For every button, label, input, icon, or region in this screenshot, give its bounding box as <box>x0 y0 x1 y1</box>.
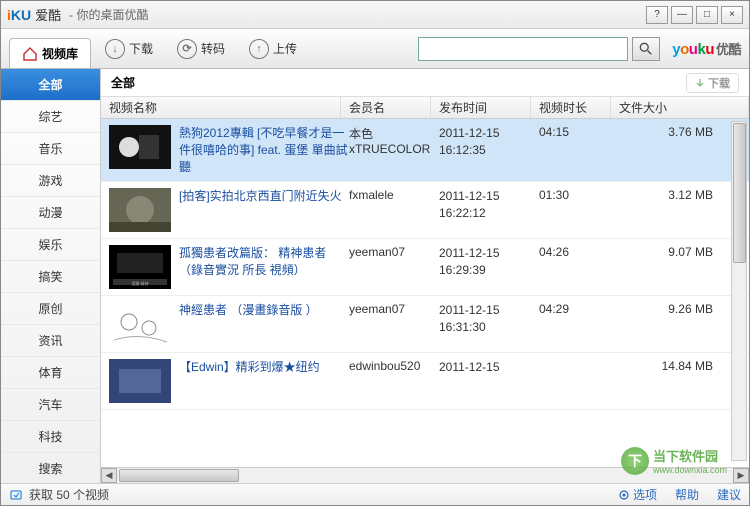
video-thumbnail <box>109 359 171 403</box>
statusbar: 获取 50 个视频 选项 帮助 建议 <box>1 483 749 505</box>
video-thumbnail <box>109 188 171 232</box>
content-header: 全部 下载 <box>101 69 749 97</box>
video-member: yeeman07 <box>349 302 439 316</box>
search-icon <box>639 42 653 56</box>
video-title: 熱狗2012專輯 [不吃早餐才是一件很嘻哈的事] feat. 蛋堡 單曲試聽 <box>179 125 349 175</box>
upload-icon: ↑ <box>249 39 269 59</box>
sidebar-item-12[interactable]: 搜索 <box>1 453 100 483</box>
titlebar: iKU 爱酷 - 你的桌面优酷 ? — □ × <box>1 1 749 29</box>
download-top-button[interactable]: 下载 <box>686 73 739 93</box>
home-icon <box>22 46 38 62</box>
col-member[interactable]: 会员名 <box>341 97 431 118</box>
transcode-button[interactable]: ⟳ 转码 <box>167 35 235 63</box>
col-size[interactable]: 文件大小 <box>611 97 749 118</box>
minimize-button[interactable]: — <box>671 6 693 24</box>
video-time: 2011-12-1516:31:30 <box>439 302 539 336</box>
content-pane: 全部 下载 视频名称 会员名 发布时间 视频时长 文件大小 熱狗2012專輯 [… <box>101 69 749 483</box>
video-title: 孤獨患者改篇版： 精神患者 （錄音實況 所長 視頻） <box>179 245 349 279</box>
video-size: 3.12 MB <box>619 188 741 202</box>
video-size: 9.07 MB <box>619 245 741 259</box>
sidebar-item-5[interactable]: 娱乐 <box>1 229 100 261</box>
video-size: 9.26 MB <box>619 302 741 316</box>
video-thumbnail <box>109 302 171 346</box>
scroll-thumb[interactable] <box>119 469 239 482</box>
col-duration[interactable]: 视频时长 <box>531 97 611 118</box>
sidebar-item-7[interactable]: 原创 <box>1 293 100 325</box>
video-duration: 04:29 <box>539 302 619 316</box>
options-link[interactable]: 选项 <box>618 486 657 503</box>
video-title: [拍客]实拍北京西直门附近失火 <box>179 188 349 205</box>
sidebar-item-3[interactable]: 游戏 <box>1 165 100 197</box>
table-row[interactable]: 熱狗2012專輯 [不吃早餐才是一件很嘻哈的事] feat. 蛋堡 單曲試聽本色… <box>101 119 749 182</box>
video-title: 神經患者 （漫畫錄音版 ） <box>179 302 349 319</box>
sidebar-item-4[interactable]: 动漫 <box>1 197 100 229</box>
sidebar-item-11[interactable]: 科技 <box>1 421 100 453</box>
svg-text:孤獨 精神: 孤獨 精神 <box>131 280 148 286</box>
help-button[interactable]: ? <box>646 6 668 24</box>
status-text: 获取 50 个视频 <box>29 486 109 503</box>
video-list: 熱狗2012專輯 [不吃早餐才是一件很嘻哈的事] feat. 蛋堡 單曲試聽本色… <box>101 119 749 467</box>
download-button[interactable]: ↓ 下载 <box>95 35 163 63</box>
sidebar-item-0[interactable]: 全部 <box>1 69 100 101</box>
toolbar: 视频库 ↓ 下载 ⟳ 转码 ↑ 上传 youku优酷 <box>1 29 749 69</box>
sidebar-item-9[interactable]: 体育 <box>1 357 100 389</box>
video-size: 14.84 MB <box>619 359 741 373</box>
vertical-scrollbar[interactable] <box>731 121 747 461</box>
video-member: edwinbou520 <box>349 359 439 373</box>
video-time: 2011-12-1516:29:39 <box>439 245 539 279</box>
video-time: 2011-12-15 <box>439 359 539 376</box>
status-icon <box>9 488 23 502</box>
vscroll-thumb[interactable] <box>733 123 746 263</box>
sidebar-item-1[interactable]: 综艺 <box>1 101 100 133</box>
video-duration: 04:15 <box>539 125 619 139</box>
youku-logo: youku优酷 <box>672 39 741 58</box>
scroll-right-arrow[interactable]: ▶ <box>733 468 749 483</box>
video-member: yeeman07 <box>349 245 439 259</box>
sidebar-item-8[interactable]: 资讯 <box>1 325 100 357</box>
search-button[interactable] <box>632 37 660 61</box>
help-link[interactable]: 帮助 <box>675 486 699 503</box>
video-thumbnail: 孤獨 精神 <box>109 245 171 289</box>
sidebar-item-10[interactable]: 汽车 <box>1 389 100 421</box>
video-member: fxmalele <box>349 188 439 202</box>
col-time[interactable]: 发布时间 <box>431 97 531 118</box>
gear-icon <box>618 489 630 501</box>
scroll-left-arrow[interactable]: ◀ <box>101 468 117 483</box>
tab-video-library[interactable]: 视频库 <box>9 38 91 69</box>
upload-button[interactable]: ↑ 上传 <box>239 35 307 63</box>
video-size: 3.76 MB <box>619 125 741 139</box>
sidebar-item-2[interactable]: 音乐 <box>1 133 100 165</box>
col-name[interactable]: 视频名称 <box>101 97 341 118</box>
close-button[interactable]: × <box>721 6 743 24</box>
table-row[interactable]: [拍客]实拍北京西直门附近失火fxmalele2011-12-1516:22:1… <box>101 182 749 239</box>
column-header: 视频名称 会员名 发布时间 视频时长 文件大小 <box>101 97 749 119</box>
video-thumbnail <box>109 125 171 169</box>
video-time: 2011-12-1516:22:12 <box>439 188 539 222</box>
app-name-cn: 爱酷 <box>35 5 61 24</box>
sidebar: 全部综艺音乐游戏动漫娱乐搞笑原创资讯体育汽车科技搜索 <box>1 69 101 483</box>
table-row[interactable]: 【Edwin】精彩到爆★纽约edwinbou5202011-12-15 14.84… <box>101 353 749 410</box>
app-subtitle: - 你的桌面优酷 <box>69 6 148 23</box>
video-member: 本色xTRUECOLOR <box>349 125 439 156</box>
table-row[interactable]: 神經患者 （漫畫錄音版 ）yeeman072011-12-1516:31:300… <box>101 296 749 353</box>
suggest-link[interactable]: 建议 <box>717 486 741 503</box>
download-icon: ↓ <box>105 39 125 59</box>
transcode-icon: ⟳ <box>177 39 197 59</box>
search-input[interactable] <box>418 37 628 61</box>
video-duration: 01:30 <box>539 188 619 202</box>
video-title: 【Edwin】精彩到爆★纽约 <box>179 359 349 376</box>
sidebar-item-6[interactable]: 搞笑 <box>1 261 100 293</box>
app-logo: iKU <box>7 7 31 23</box>
video-time: 2011-12-1516:12:35 <box>439 125 539 159</box>
maximize-button[interactable]: □ <box>696 6 718 24</box>
video-duration: 04:26 <box>539 245 619 259</box>
download-small-icon <box>695 78 705 88</box>
table-row[interactable]: 孤獨 精神 孤獨患者改篇版： 精神患者 （錄音實況 所長 視頻）yeeman072… <box>101 239 749 296</box>
horizontal-scrollbar[interactable]: ◀ ▶ <box>101 467 749 483</box>
